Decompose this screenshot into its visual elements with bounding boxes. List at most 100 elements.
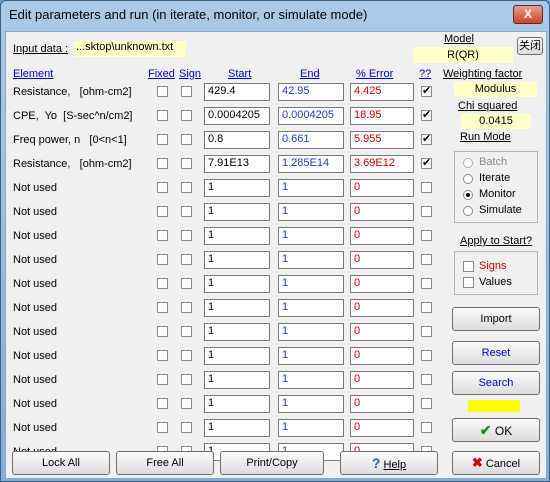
- sign-checkbox[interactable]: [181, 278, 192, 289]
- start-input[interactable]: 1: [204, 299, 270, 317]
- start-input[interactable]: 1: [204, 203, 270, 221]
- fixed-checkbox[interactable]: [157, 374, 168, 385]
- end-input[interactable]: 1: [278, 371, 344, 389]
- start-input[interactable]: 1: [204, 323, 270, 341]
- end-input[interactable]: 1.285E14: [278, 155, 344, 173]
- search-button[interactable]: Search: [452, 371, 540, 395]
- include-checkbox[interactable]: [421, 156, 432, 169]
- fixed-checkbox[interactable]: [157, 326, 168, 337]
- include-checkbox[interactable]: [421, 108, 432, 121]
- end-input[interactable]: 1: [278, 203, 344, 221]
- sign-checkbox[interactable]: [181, 158, 192, 169]
- lock-all-button[interactable]: Lock All: [12, 451, 110, 475]
- start-input[interactable]: 1: [204, 179, 270, 197]
- sign-checkbox[interactable]: [181, 350, 192, 361]
- start-input[interactable]: 1: [204, 275, 270, 293]
- fixed-checkbox[interactable]: [157, 422, 168, 433]
- close-button[interactable]: X: [513, 5, 543, 24]
- include-checkbox[interactable]: [421, 206, 432, 217]
- radio-iterate[interactable]: [463, 174, 473, 184]
- sign-checkbox[interactable]: [181, 398, 192, 409]
- header-fixed[interactable]: Fixed: [148, 68, 175, 80]
- end-input[interactable]: 1: [278, 275, 344, 293]
- end-input[interactable]: 1: [278, 179, 344, 197]
- radio-monitor[interactable]: [463, 190, 473, 200]
- end-input[interactable]: 0.0004205: [278, 107, 344, 125]
- fixed-checkbox[interactable]: [157, 86, 168, 97]
- sign-checkbox[interactable]: [181, 374, 192, 385]
- sign-checkbox[interactable]: [181, 230, 192, 241]
- header-end[interactable]: End: [300, 68, 320, 80]
- cancel-button[interactable]: ✖ Cancel: [452, 451, 540, 475]
- include-checkbox[interactable]: [421, 254, 432, 265]
- sign-checkbox[interactable]: [181, 86, 192, 97]
- start-input[interactable]: 1: [204, 347, 270, 365]
- fixed-checkbox[interactable]: [157, 254, 168, 265]
- end-input[interactable]: 1: [278, 251, 344, 269]
- start-input[interactable]: 1: [204, 395, 270, 413]
- fixed-checkbox[interactable]: [157, 350, 168, 361]
- start-input[interactable]: 7.91E13: [204, 155, 270, 173]
- start-input[interactable]: 1: [204, 227, 270, 245]
- end-input[interactable]: 1: [278, 419, 344, 437]
- include-checkbox[interactable]: [421, 302, 432, 313]
- start-input[interactable]: 0.8: [204, 131, 270, 149]
- start-input[interactable]: 0.0004205: [204, 107, 270, 125]
- signs-label[interactable]: Signs: [479, 260, 507, 272]
- end-input[interactable]: 0.661: [278, 131, 344, 149]
- include-checkbox[interactable]: [421, 182, 432, 193]
- include-checkbox[interactable]: [421, 278, 432, 289]
- header-sign[interactable]: Sign: [179, 68, 201, 80]
- radio-simulate[interactable]: [463, 206, 473, 216]
- import-button[interactable]: Import: [452, 307, 540, 331]
- signs-checkbox[interactable]: [463, 261, 474, 272]
- sign-checkbox[interactable]: [181, 134, 192, 145]
- include-checkbox[interactable]: [421, 398, 432, 409]
- start-input[interactable]: 1: [204, 371, 270, 389]
- reset-button[interactable]: Reset: [452, 341, 540, 365]
- radio-iterate-label[interactable]: Iterate: [479, 172, 510, 184]
- values-label[interactable]: Values: [479, 276, 512, 288]
- end-input[interactable]: 42.95: [278, 83, 344, 101]
- sign-checkbox[interactable]: [181, 206, 192, 217]
- sign-checkbox[interactable]: [181, 326, 192, 337]
- end-input[interactable]: 1: [278, 299, 344, 317]
- fixed-checkbox[interactable]: [157, 230, 168, 241]
- radio-simulate-label[interactable]: Simulate: [479, 204, 522, 216]
- fixed-checkbox[interactable]: [157, 158, 168, 169]
- fixed-checkbox[interactable]: [157, 302, 168, 313]
- header-element[interactable]: Element: [13, 68, 53, 80]
- print-copy-button[interactable]: Print/Copy: [220, 451, 324, 475]
- include-checkbox[interactable]: [421, 84, 432, 97]
- sign-checkbox[interactable]: [181, 182, 192, 193]
- fixed-checkbox[interactable]: [157, 110, 168, 121]
- include-checkbox[interactable]: [421, 374, 432, 385]
- header-error[interactable]: % Error: [356, 68, 393, 80]
- include-checkbox[interactable]: [421, 326, 432, 337]
- fixed-checkbox[interactable]: [157, 206, 168, 217]
- end-input[interactable]: 1: [278, 395, 344, 413]
- include-checkbox[interactable]: [421, 230, 432, 241]
- fixed-checkbox[interactable]: [157, 278, 168, 289]
- start-input[interactable]: 1: [204, 251, 270, 269]
- sign-checkbox[interactable]: [181, 254, 192, 265]
- sign-checkbox[interactable]: [181, 110, 192, 121]
- values-checkbox[interactable]: [463, 277, 474, 288]
- end-input[interactable]: 1: [278, 227, 344, 245]
- sign-checkbox[interactable]: [181, 422, 192, 433]
- title-bar[interactable]: Edit parameters and run (in iterate, mon…: [1, 1, 549, 29]
- start-input[interactable]: 429.4: [204, 83, 270, 101]
- close-cn-button[interactable]: 关闭: [517, 37, 543, 55]
- ok-button[interactable]: ✔ OK: [452, 418, 540, 442]
- end-input[interactable]: 1: [278, 323, 344, 341]
- fixed-checkbox[interactable]: [157, 182, 168, 193]
- fixed-checkbox[interactable]: [157, 134, 168, 145]
- header-question[interactable]: ??: [419, 68, 431, 80]
- weighting-label[interactable]: Weighting factor: [443, 68, 522, 80]
- header-start[interactable]: Start: [228, 68, 251, 80]
- sign-checkbox[interactable]: [181, 302, 192, 313]
- end-input[interactable]: 1: [278, 347, 344, 365]
- radio-monitor-label[interactable]: Monitor: [479, 188, 516, 200]
- include-checkbox[interactable]: [421, 422, 432, 433]
- include-checkbox[interactable]: [421, 132, 432, 145]
